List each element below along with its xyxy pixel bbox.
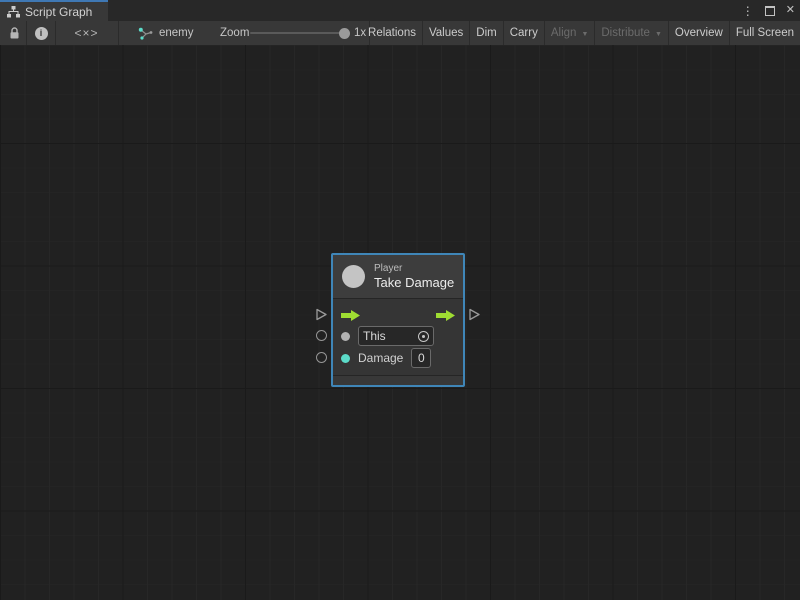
flow-output-port[interactable] bbox=[469, 308, 480, 321]
damage-port-row: Damage 0 bbox=[341, 347, 455, 369]
this-port-row: This bbox=[341, 325, 455, 347]
value-input-port-this[interactable] bbox=[316, 330, 327, 341]
object-picker-dot bbox=[422, 335, 425, 338]
window-controls: ⋮ ✕ bbox=[742, 0, 795, 21]
node-body: This Damage 0 bbox=[333, 299, 463, 375]
flow-input-port[interactable] bbox=[316, 308, 327, 321]
zoom-label: Zoom bbox=[220, 21, 249, 45]
graph-tab-icon bbox=[7, 6, 20, 18]
values-button[interactable]: Values bbox=[422, 21, 469, 45]
value-input-port-damage[interactable] bbox=[316, 352, 327, 363]
script-graph-asset-icon bbox=[138, 27, 153, 40]
this-field-value: This bbox=[363, 329, 386, 343]
lock-icon bbox=[9, 27, 20, 40]
damage-port-dot[interactable] bbox=[341, 354, 350, 363]
toolbar-button-group: Relations Values Dim Carry Align ▼ Distr… bbox=[370, 21, 800, 45]
relations-button[interactable]: Relations bbox=[362, 21, 422, 45]
graph-canvas[interactable]: Player Take Damage This bbox=[0, 45, 800, 600]
overview-button[interactable]: Overview bbox=[668, 21, 729, 45]
damage-field-value: 0 bbox=[418, 351, 425, 365]
node-title: Take Damage bbox=[374, 275, 454, 290]
align-dropdown[interactable]: Align ▼ bbox=[544, 21, 595, 45]
code-view-button[interactable]: <×> bbox=[56, 21, 117, 45]
tab-title: Script Graph bbox=[25, 5, 92, 19]
damage-value-field[interactable]: 0 bbox=[411, 348, 431, 368]
close-icon[interactable]: ✕ bbox=[786, 5, 795, 16]
graph-toolbar: i <×> enemy Zoom 1x Relations Values Dim bbox=[0, 21, 800, 45]
title-bar: Script Graph ⋮ ✕ bbox=[0, 0, 800, 21]
window-menu-icon[interactable]: ⋮ bbox=[742, 5, 754, 17]
damage-label: Damage bbox=[358, 351, 403, 365]
tab-script-graph[interactable]: Script Graph bbox=[0, 0, 108, 21]
chevron-down-icon: ▼ bbox=[581, 31, 588, 38]
zoom-slider-handle[interactable] bbox=[339, 28, 350, 39]
node-take-damage[interactable]: Player Take Damage This bbox=[331, 253, 465, 387]
this-object-field[interactable]: This bbox=[358, 326, 434, 346]
graph-reference[interactable]: enemy bbox=[138, 21, 194, 45]
flow-port-row bbox=[341, 305, 455, 325]
node-category: Player bbox=[374, 263, 454, 275]
lock-button[interactable] bbox=[3, 21, 25, 45]
this-port-dot[interactable] bbox=[341, 332, 350, 341]
dim-button[interactable]: Dim bbox=[469, 21, 502, 45]
flow-out-arrow-icon[interactable] bbox=[436, 310, 455, 321]
node-footer bbox=[333, 375, 463, 385]
maximize-icon[interactable] bbox=[765, 6, 775, 16]
object-picker-icon[interactable] bbox=[418, 331, 429, 342]
toolbar-separator bbox=[26, 21, 27, 45]
chevron-down-icon: ▼ bbox=[655, 31, 662, 38]
info-button[interactable]: i bbox=[28, 21, 54, 45]
graph-reference-label: enemy bbox=[159, 27, 194, 39]
carry-button[interactable]: Carry bbox=[503, 21, 544, 45]
toolbar-separator bbox=[118, 21, 119, 45]
flow-in-arrow-icon[interactable] bbox=[341, 310, 360, 321]
distribute-dropdown[interactable]: Distribute ▼ bbox=[594, 21, 668, 45]
info-icon: i bbox=[35, 27, 48, 40]
node-header[interactable]: Player Take Damage bbox=[333, 255, 463, 299]
code-view-icon: <×> bbox=[74, 26, 98, 40]
player-icon bbox=[342, 265, 365, 288]
fullscreen-button[interactable]: Full Screen bbox=[729, 21, 800, 45]
zoom-slider-track[interactable] bbox=[250, 32, 343, 34]
